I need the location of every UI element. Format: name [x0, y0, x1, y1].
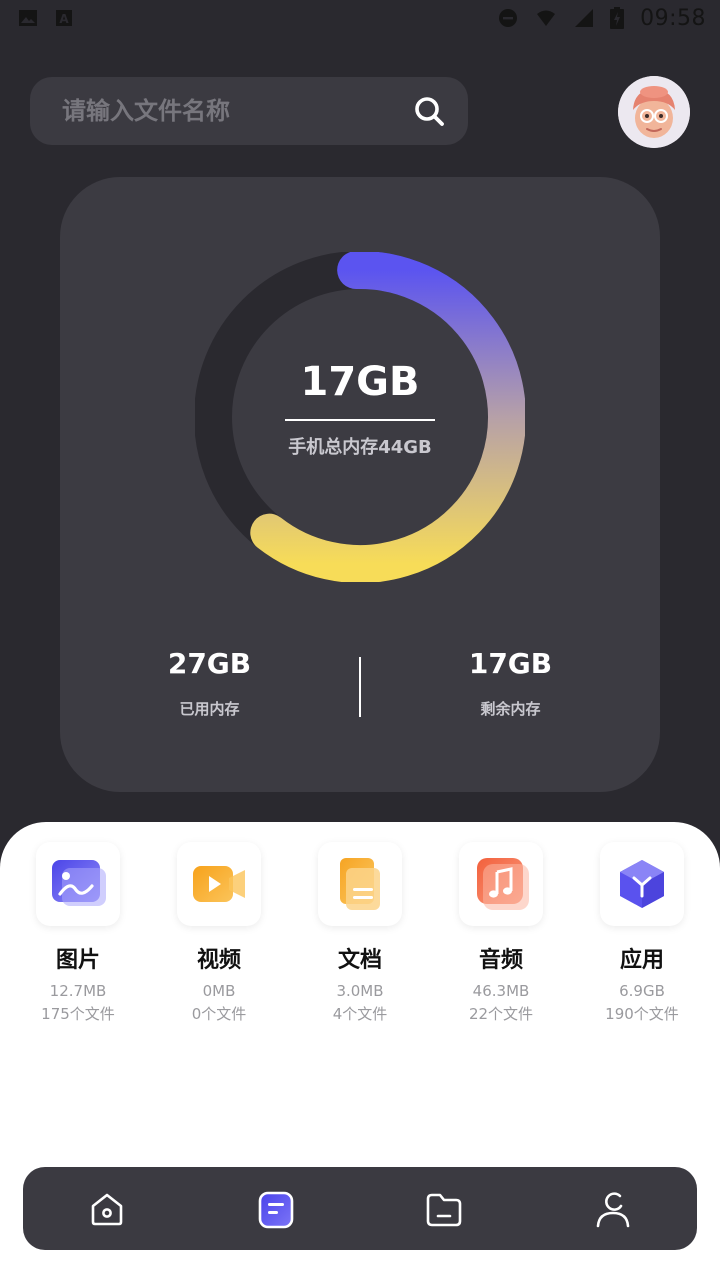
music-icon [477, 858, 529, 910]
document-icon [340, 858, 380, 910]
category-name: 文档 [337, 948, 382, 973]
video-icon [193, 866, 245, 902]
a-icon: A [56, 10, 72, 26]
image-icon [19, 10, 37, 26]
search-icon[interactable] [412, 94, 446, 128]
category-count: 4个文件 [332, 1005, 388, 1023]
category-images[interactable]: 图片 12.7MB 175个文件 [8, 842, 148, 1026]
storage-card: 17GB 手机总内存44GB 27GB 已用内存 17GB 剩余内存 [60, 177, 660, 792]
app-cube-icon [620, 860, 664, 908]
profile-icon [596, 1191, 630, 1227]
category-size: 0MB [202, 982, 236, 1000]
category-count: 22个文件 [468, 1005, 534, 1023]
category-videos[interactable]: 视频 0MB 0个文件 [149, 842, 289, 1026]
signal-icon [575, 9, 594, 27]
ring-used-value: 17GB [300, 359, 420, 405]
category-audio[interactable]: 音频 46.3MB 22个文件 [431, 842, 571, 1026]
battery-icon [610, 7, 625, 29]
category-tile[interactable] [600, 842, 684, 926]
category-size: 12.7MB [49, 982, 107, 1000]
category-count: 0个文件 [191, 1005, 247, 1023]
used-memory-stat: 27GB 已用内存 [60, 647, 359, 719]
category-list: 图片 12.7MB 175个文件 视频 0MB 0个文件 文档 3.0MB 4个… [8, 842, 712, 1026]
status-time: 09:58 [640, 5, 706, 31]
nav-home[interactable] [67, 1179, 147, 1239]
free-memory-label: 剩余内存 [480, 700, 541, 718]
used-memory-label: 已用内存 [179, 700, 240, 718]
used-memory-value: 27GB [167, 647, 252, 680]
category-count: 175个文件 [41, 1005, 115, 1023]
home-icon [91, 1193, 123, 1225]
category-tile[interactable] [177, 842, 261, 926]
category-name: 应用 [619, 948, 664, 973]
bottom-nav [23, 1167, 697, 1250]
nav-files[interactable] [236, 1179, 316, 1239]
status-left: A [18, 8, 74, 28]
category-tile[interactable] [318, 842, 402, 926]
wifi-icon [537, 10, 556, 26]
nav-profile[interactable] [573, 1179, 653, 1239]
status-bar: A 09:58 [0, 0, 720, 36]
status-right: 09:58 [498, 6, 706, 31]
image-icon [52, 860, 106, 906]
ring-divider [285, 419, 435, 421]
free-memory-stat: 17GB 剩余内存 [361, 647, 660, 719]
total-memory-label: 手机总内存44GB [288, 437, 432, 458]
free-memory-value: 17GB [468, 647, 553, 680]
category-count: 190个文件 [605, 1005, 679, 1023]
nav-folder[interactable] [404, 1179, 484, 1239]
category-size: 46.3MB [472, 982, 530, 1000]
avatar[interactable] [618, 76, 690, 148]
avatar-image [618, 76, 690, 148]
search-input[interactable] [62, 97, 412, 125]
ring-center: 17GB 手机总内存44GB [195, 252, 525, 582]
category-size: 6.9GB [619, 982, 665, 1000]
category-name: 视频 [196, 948, 241, 973]
svg-text:A: A [59, 12, 69, 26]
folder-icon [426, 1193, 462, 1226]
category-size: 3.0MB [336, 982, 384, 1000]
category-documents[interactable]: 文档 3.0MB 4个文件 [290, 842, 430, 1026]
memory-stats: 27GB 已用内存 17GB 剩余内存 [60, 647, 660, 727]
files-list-icon [258, 1191, 294, 1228]
category-apps[interactable]: 应用 6.9GB 190个文件 [572, 842, 712, 1026]
category-tile[interactable] [459, 842, 543, 926]
dnd-icon [499, 9, 518, 27]
category-tile[interactable] [36, 842, 120, 926]
category-name: 图片 [55, 948, 100, 973]
search-bar[interactable] [30, 77, 468, 145]
category-name: 音频 [478, 948, 523, 973]
